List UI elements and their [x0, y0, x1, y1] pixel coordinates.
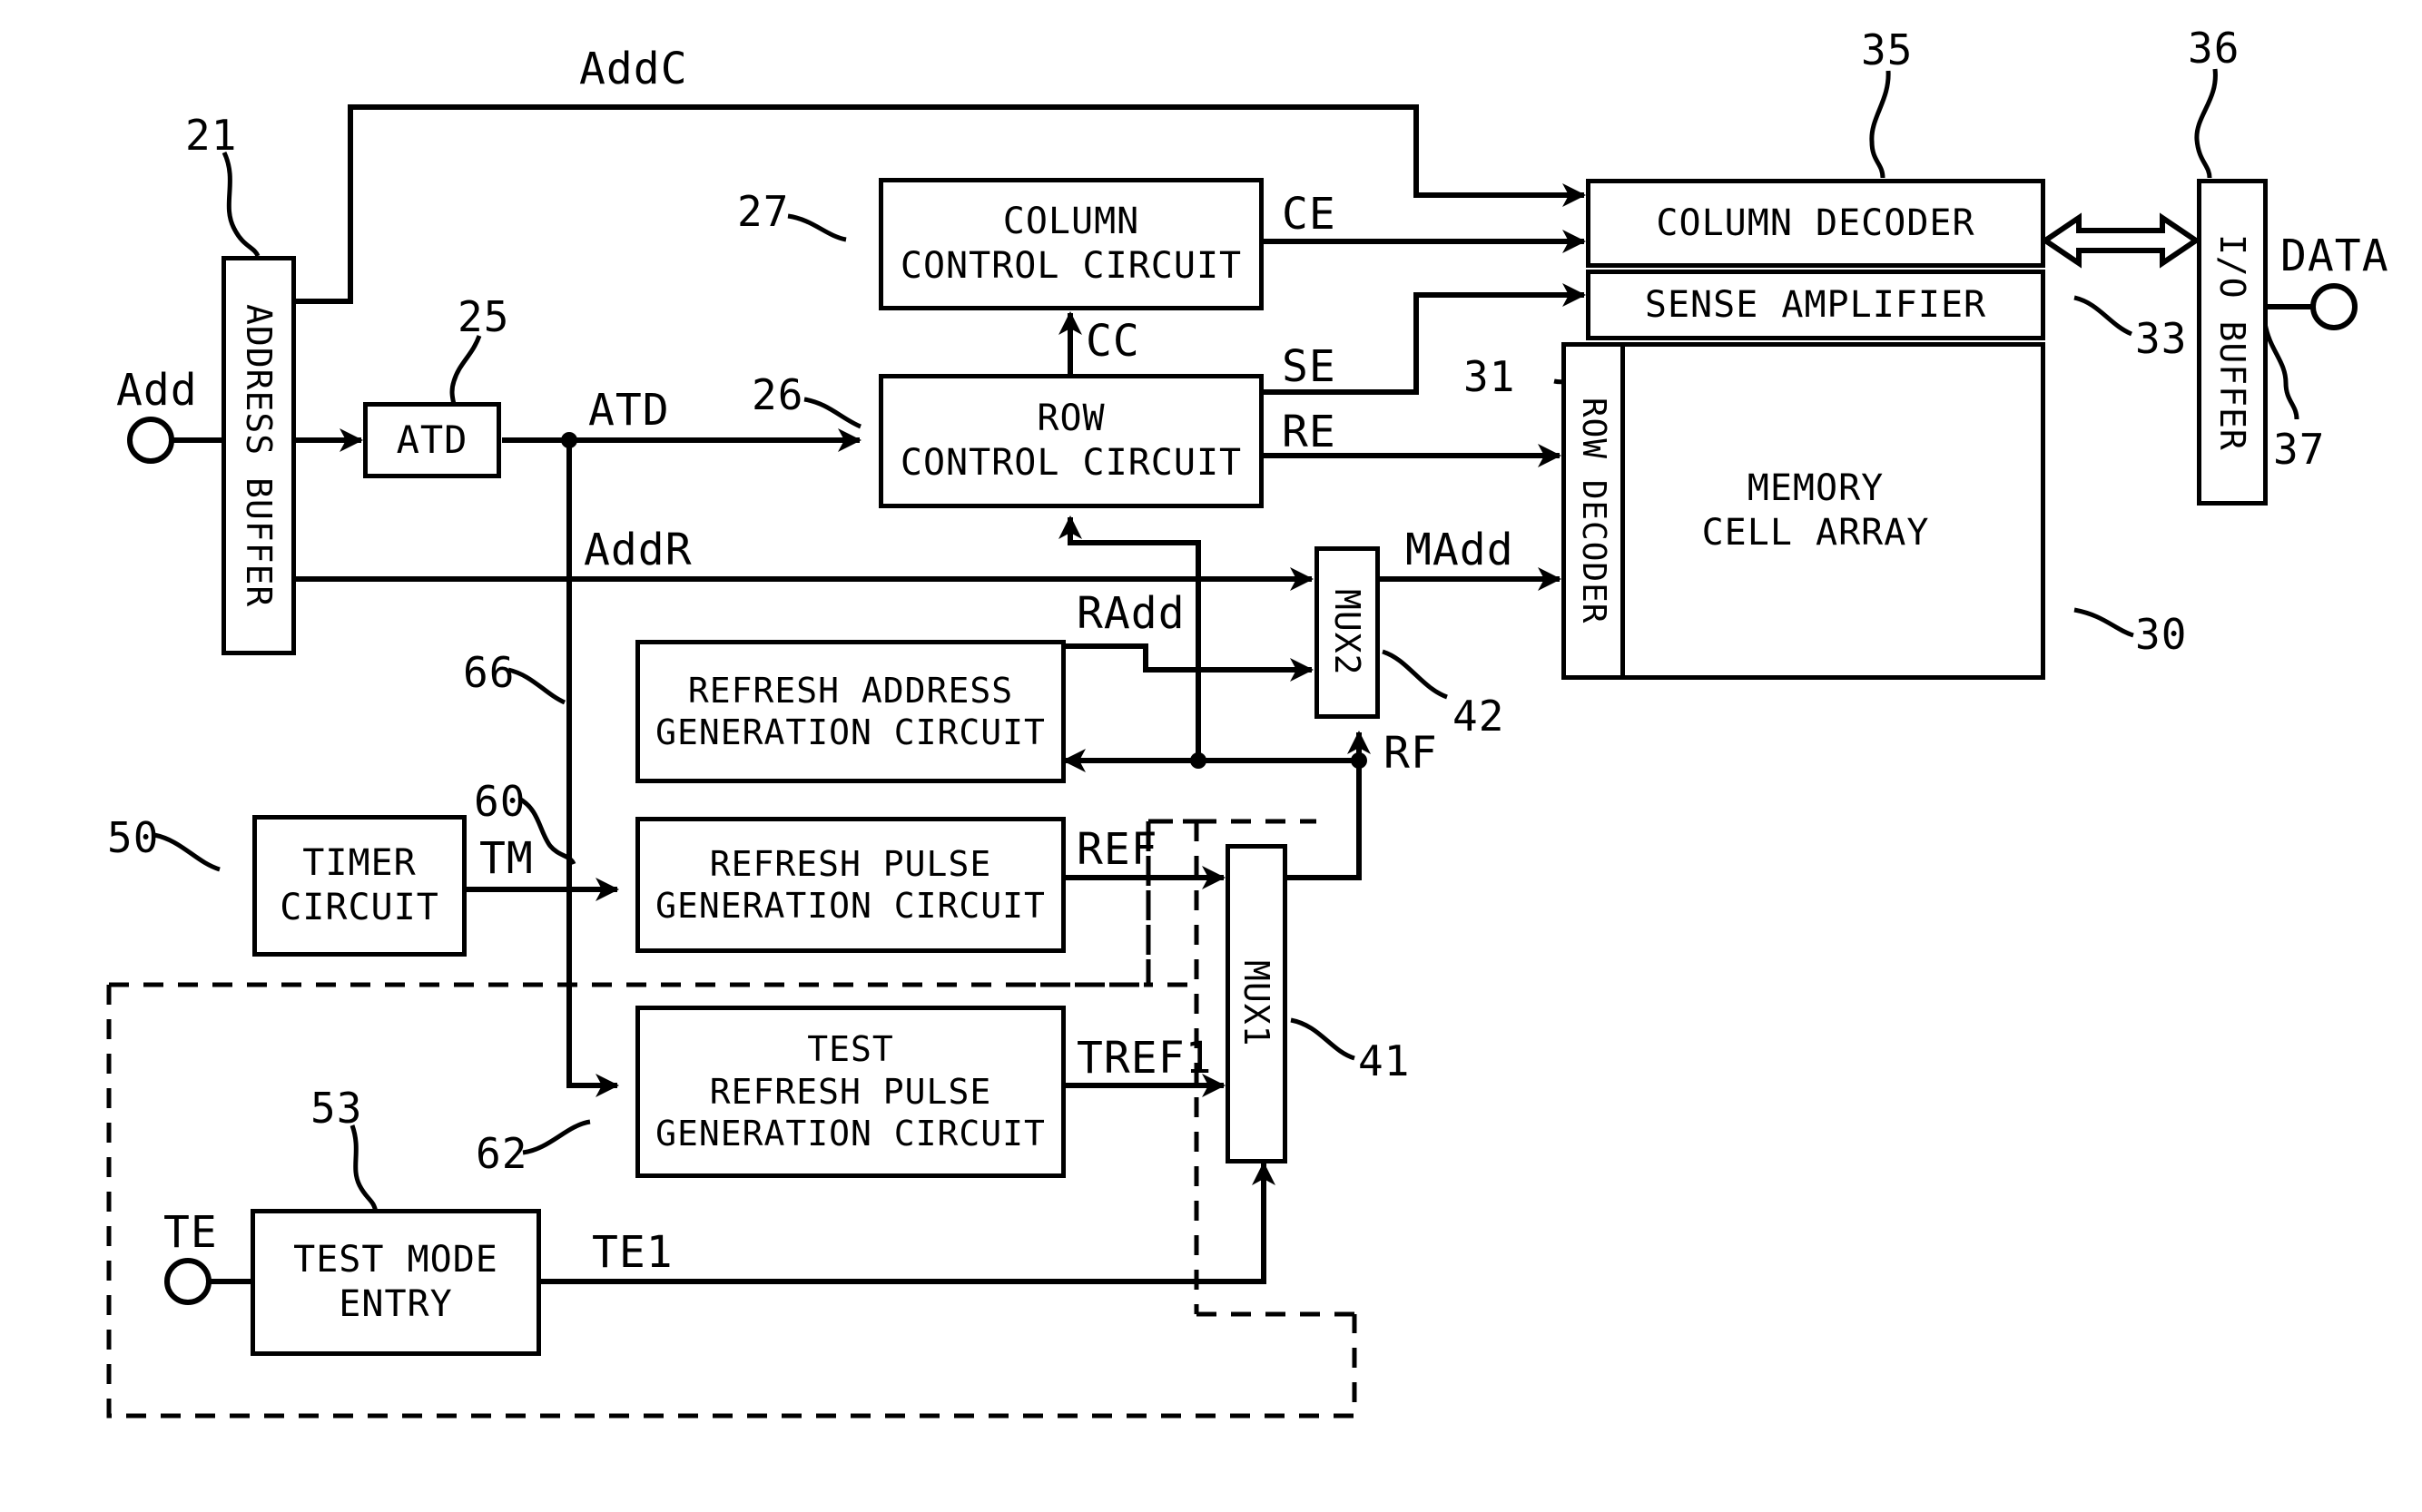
leader-36	[2194, 68, 2218, 179]
test-mode-line2: ENTRY	[339, 1283, 453, 1325]
column-decoder-io-bus	[2040, 212, 2201, 269]
block-row-decoder[interactable]: ROW DECODER	[1561, 342, 1625, 680]
signal-label-tref1: TREF1	[1077, 1033, 1213, 1084]
reference-numeral-66: 66	[463, 648, 516, 697]
test-refresh-line3: GENERATION CIRCUIT	[655, 1114, 1046, 1154]
address-buffer-label: ADDRESS BUFFER	[239, 303, 280, 608]
test-refresh-line2: REFRESH PULSE	[709, 1071, 992, 1112]
wire-rf-to-mux2	[1285, 731, 1371, 880]
reference-numeral-60: 60	[474, 777, 527, 826]
reference-numeral-35: 35	[1861, 25, 1914, 74]
block-row-control-circuit[interactable]: ROW CONTROL CIRCUIT	[879, 374, 1264, 508]
block-column-control-circuit[interactable]: COLUMN CONTROL CIRCUIT	[879, 178, 1264, 310]
mux2-label: MUX2	[1327, 589, 1368, 676]
test-mode-line1: TEST MODE	[293, 1239, 498, 1281]
block-test-refresh-pulse-generation-circuit[interactable]: TEST REFRESH PULSE GENERATION CIRCUIT	[635, 1006, 1066, 1178]
signal-label-te: TE	[163, 1207, 218, 1258]
add-input-pin	[127, 417, 174, 464]
timer-line2: CIRCUIT	[280, 887, 439, 928]
signal-label-ref: REF	[1077, 824, 1158, 875]
atd-label: ATD	[396, 417, 468, 463]
signal-label-ce: CE	[1282, 189, 1336, 240]
refresh-addr-line1: REFRESH ADDRESS	[687, 670, 1014, 711]
test-refresh-line1: TEST	[807, 1029, 894, 1070]
block-memory-cell-array[interactable]: MEMORY CELL ARRAY	[1586, 342, 2045, 680]
reference-numeral-30: 30	[2135, 610, 2188, 659]
data-output-pin	[2310, 283, 2358, 330]
row-decoder-label: ROW DECODER	[1574, 398, 1612, 624]
leader-50	[153, 832, 221, 872]
leader-30	[2073, 607, 2134, 638]
signal-label-rf: RF	[1383, 728, 1438, 779]
refresh-addr-line2: GENERATION CIRCUIT	[655, 712, 1046, 752]
refresh-pulse-line1: REFRESH PULSE	[709, 843, 992, 884]
leader-35	[1869, 70, 1891, 179]
signal-label-re: RE	[1282, 407, 1336, 457]
leader-33	[2073, 295, 2133, 337]
block-sense-amplifier[interactable]: SENSE AMPLIFIER	[1586, 270, 2045, 340]
leader-42	[1382, 649, 1448, 700]
signal-label-add: Add	[116, 365, 198, 416]
reference-numeral-26: 26	[752, 370, 804, 419]
mux1-label: MUX1	[1236, 960, 1277, 1047]
signal-label-madd: MAdd	[1405, 525, 1514, 575]
signal-label-addc: AddC	[579, 44, 688, 94]
reference-numeral-42: 42	[1452, 692, 1505, 741]
reference-numeral-37: 37	[2273, 425, 2326, 474]
signal-label-tm: TM	[479, 833, 534, 884]
junction-rf	[1351, 752, 1367, 769]
reference-numeral-25: 25	[458, 292, 510, 341]
signal-label-radd: RAdd	[1077, 588, 1186, 639]
leader-21	[222, 151, 261, 258]
reference-numeral-33: 33	[2135, 314, 2188, 363]
leader-37	[2262, 322, 2299, 420]
leader-27	[787, 213, 847, 242]
reference-numeral-62: 62	[476, 1129, 528, 1178]
reference-numeral-36: 36	[2188, 24, 2240, 73]
refresh-pulse-line2: GENERATION CIRCUIT	[655, 886, 1046, 926]
block-column-decoder[interactable]: COLUMN DECODER	[1586, 179, 2045, 268]
te-input-pin	[164, 1258, 212, 1305]
column-decoder-label: COLUMN DECODER	[1656, 201, 1975, 244]
leader-26	[803, 397, 861, 429]
block-address-buffer[interactable]: ADDRESS BUFFER	[222, 256, 296, 655]
leader-62	[522, 1119, 591, 1155]
wire-radd	[1064, 643, 1314, 682]
leader-53	[350, 1124, 379, 1213]
wire-rf-to-rowctrl	[1058, 515, 1201, 761]
io-buffer-label: I/O BUFFER	[2212, 233, 2253, 451]
row-control-line2: CONTROL CIRCUIT	[900, 442, 1243, 484]
block-refresh-pulse-generation-circuit[interactable]: REFRESH PULSE GENERATION CIRCUIT	[635, 817, 1066, 953]
reference-numeral-41: 41	[1358, 1036, 1411, 1085]
signal-label-atd: ATD	[588, 385, 670, 436]
block-timer-circuit[interactable]: TIMER CIRCUIT	[252, 815, 467, 957]
timer-line1: TIMER	[302, 842, 417, 885]
block-test-mode-entry[interactable]: TEST MODE ENTRY	[251, 1209, 541, 1356]
sense-amplifier-label: SENSE AMPLIFIER	[1644, 283, 1987, 326]
block-mux1[interactable]: MUX1	[1226, 844, 1287, 1163]
block-atd[interactable]: ATD	[363, 402, 501, 478]
block-io-buffer[interactable]: I/O BUFFER	[2197, 179, 2268, 506]
reference-numeral-50: 50	[107, 813, 160, 862]
block-refresh-address-generation-circuit[interactable]: REFRESH ADDRESS GENERATION CIRCUIT	[635, 640, 1066, 783]
signal-label-se: SE	[1282, 341, 1336, 392]
figure-canvas: ADDRESS BUFFER ATD COLUMN CONTROL CIRCUI…	[0, 0, 2422, 1512]
leader-41	[1290, 1017, 1355, 1061]
memory-array-line2: CELL ARRAY	[1701, 512, 1930, 554]
memory-array-line1: MEMORY	[1747, 467, 1885, 510]
signal-label-addr: AddR	[584, 525, 693, 575]
block-mux2[interactable]: MUX2	[1314, 546, 1380, 719]
signal-label-data: DATA	[2280, 231, 2389, 281]
row-control-line1: ROW	[1037, 398, 1106, 440]
column-control-line1: COLUMN	[1002, 201, 1140, 243]
reference-numeral-27: 27	[737, 187, 790, 236]
reference-numeral-21: 21	[185, 111, 238, 160]
column-control-line2: CONTROL CIRCUIT	[900, 245, 1243, 287]
signal-label-cc: CC	[1086, 316, 1140, 367]
leader-66	[507, 667, 566, 705]
reference-numeral-53: 53	[310, 1084, 363, 1133]
signal-label-te1: TE1	[592, 1227, 674, 1278]
reference-numeral-31: 31	[1463, 352, 1516, 401]
